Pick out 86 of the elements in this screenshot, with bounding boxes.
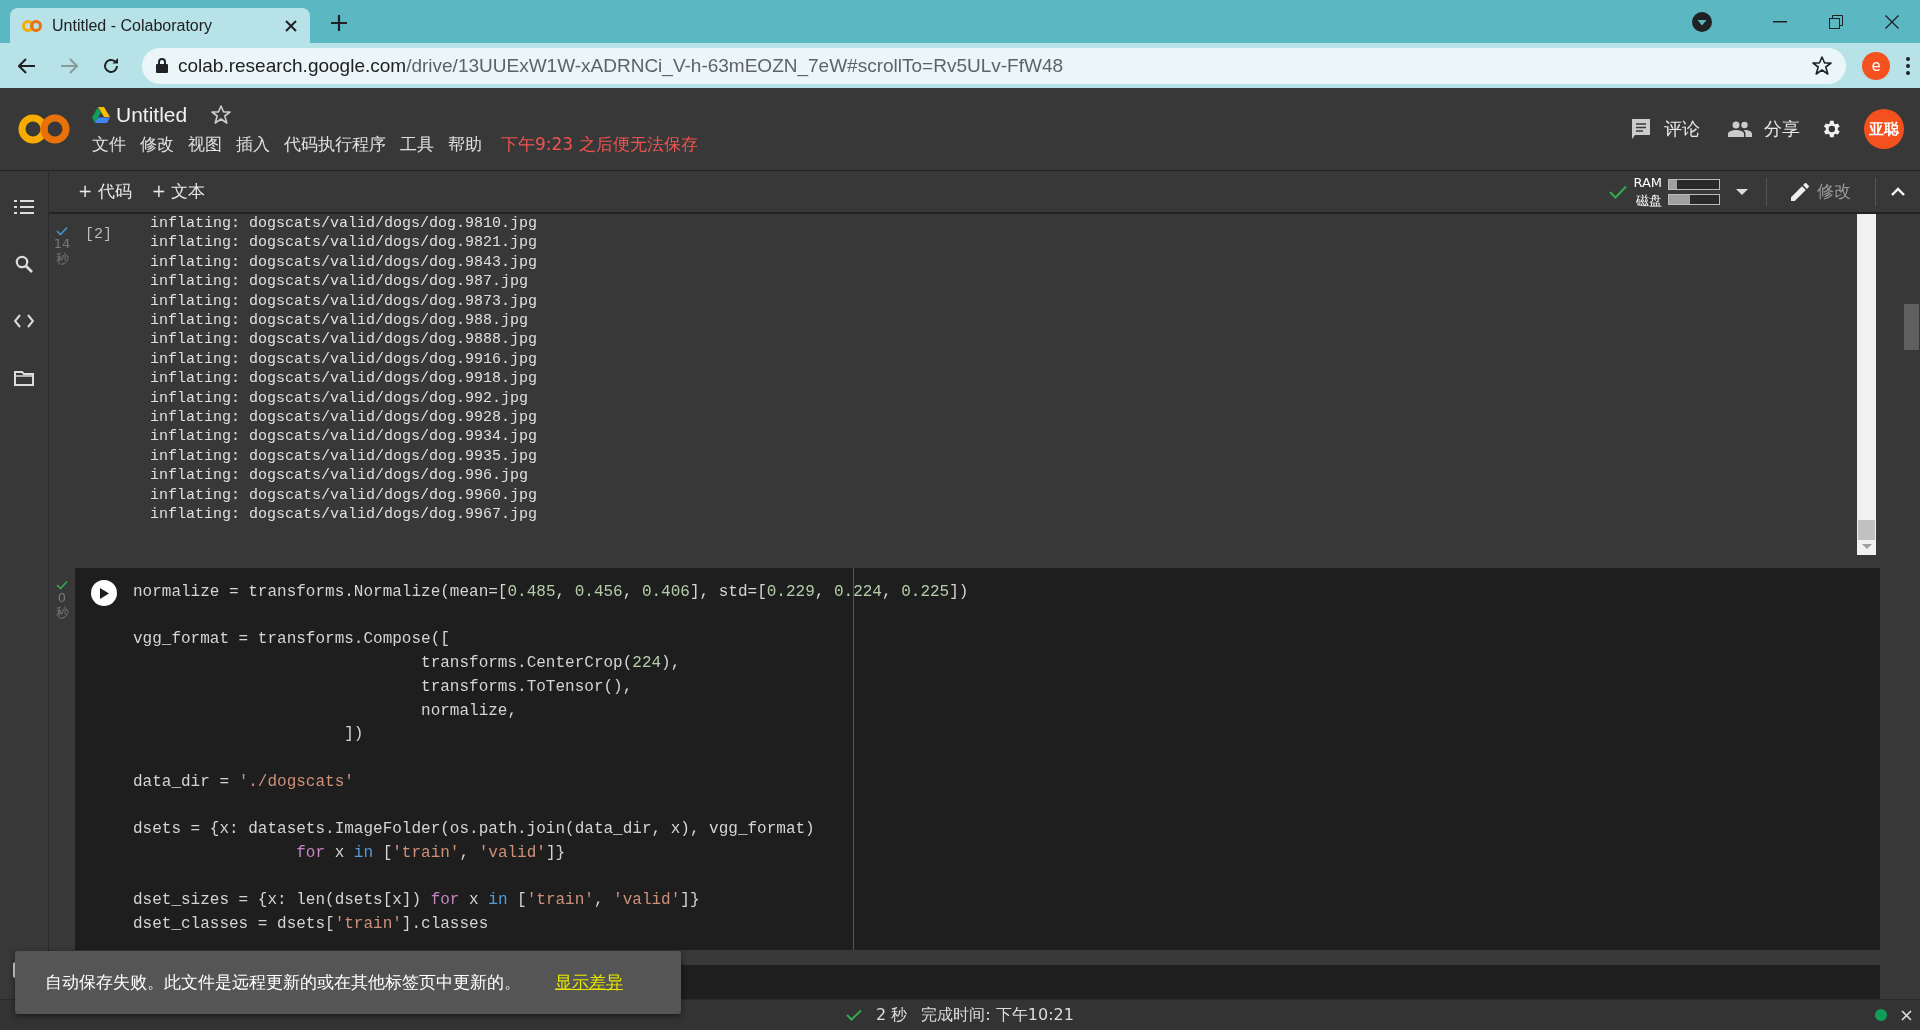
add-cell-button[interactable]: + 文本 bbox=[141, 176, 216, 207]
menu-item[interactable]: 文件 bbox=[92, 132, 133, 156]
output-line: inflating: dogscats/valid/dogs/dog.9928.jpg bbox=[150, 408, 539, 428]
run-time: 0 bbox=[57, 590, 67, 605]
usage-meter bbox=[1668, 178, 1720, 190]
output-line: inflating: dogscats/valid/dogs/dog.9935.jpg bbox=[150, 446, 539, 467]
code-line: dset_sizes = {x: len(dsets[x]) for x in ['train', 'valid']} bbox=[133, 890, 701, 912]
menu-item[interactable]: 修改 bbox=[133, 132, 181, 156]
meter-label: 磁盘 bbox=[1635, 193, 1662, 208]
run-duration: 2 秒 bbox=[876, 1004, 908, 1026]
code-line: data_dir = './dogscats' bbox=[133, 771, 355, 793]
execution-count: [2] bbox=[85, 226, 112, 243]
chevron-up-icon[interactable] bbox=[1891, 187, 1905, 196]
menu-item[interactable]: 插入 bbox=[229, 132, 277, 156]
meter-label: RAM bbox=[1633, 175, 1662, 190]
code-line: normalize = transforms.Normalize(mean=[0.485, 0.456, 0.406], std=[0.229, 0.224, 0.225]) bbox=[133, 582, 970, 603]
output-line: inflating: dogscats/valid/dogs/dog.9934.jpg bbox=[150, 427, 539, 447]
scrollbar[interactable] bbox=[1857, 214, 1876, 555]
code-line: dset_classes = dsets['train'].classes bbox=[133, 913, 490, 935]
time-unit: 秒 bbox=[55, 605, 69, 620]
kebab-menu-icon[interactable] bbox=[1906, 56, 1910, 75]
output-line: inflating: dogscats/valid/dogs/dog.9873.jpg bbox=[150, 291, 539, 312]
code-line: transforms.ToTensor(), bbox=[420, 676, 634, 698]
code-line: transforms.CenterCrop(224), bbox=[420, 653, 682, 675]
dropdown-circle-icon[interactable] bbox=[1692, 11, 1712, 32]
list-icon[interactable] bbox=[14, 199, 34, 215]
code-line: dsets = {x: datasets.ImageFolder(os.path.join(data_dir, x), vgg_format) bbox=[133, 819, 816, 840]
output-line: inflating: dogscats/valid/dogs/dog.9888.jpg bbox=[150, 330, 539, 350]
back-arrow-icon[interactable] bbox=[18, 57, 36, 74]
code-brackets-icon[interactable] bbox=[14, 314, 34, 328]
output-line: inflating: dogscats/valid/dogs/dog.9810.jpg bbox=[150, 214, 539, 234]
play-icon bbox=[99, 587, 109, 599]
output-line: inflating: dogscats/valid/dogs/dog.9916.jpg bbox=[150, 349, 539, 370]
rings-logo-icon[interactable] bbox=[18, 112, 70, 146]
scrollbar-thumb[interactable] bbox=[1904, 304, 1919, 350]
completion-time: 完成时间: 下午10:21 bbox=[921, 1004, 1074, 1026]
run-button[interactable] bbox=[91, 580, 117, 606]
menu-item[interactable]: 帮助 bbox=[441, 132, 489, 156]
search-icon[interactable] bbox=[15, 255, 33, 273]
toast-message: 自动保存失败。此文件是远程更新的或在其他标签页中更新的。 bbox=[45, 971, 521, 994]
lock-icon bbox=[156, 58, 168, 73]
code-cell[interactable] bbox=[75, 568, 1880, 950]
pencil-icon bbox=[1791, 182, 1809, 201]
close-icon[interactable] bbox=[1885, 14, 1899, 29]
output-line: inflating: dogscats/valid/dogs/dog.9967.jpg bbox=[150, 505, 539, 525]
add-cell-button[interactable]: + 代码 bbox=[68, 176, 142, 207]
comment-button[interactable]: 评论 bbox=[1622, 113, 1708, 145]
minimize-icon[interactable] bbox=[1773, 20, 1787, 23]
save-warning: 下午9:23 之后便无法保存 bbox=[501, 132, 698, 156]
browser-tab[interactable]: Untitled - Colaboratory bbox=[10, 8, 310, 43]
output-line: inflating: dogscats/valid/dogs/dog.9843.jpg bbox=[150, 252, 539, 273]
menu-item[interactable]: 视图 bbox=[181, 132, 229, 156]
code-line: vgg_format = transforms.Compose([ bbox=[133, 629, 451, 651]
people-icon bbox=[1728, 121, 1752, 137]
code-line: ]) bbox=[343, 724, 365, 746]
output-line: inflating: dogscats/valid/dogs/dog.9960.jpg bbox=[150, 485, 539, 506]
reload-icon[interactable] bbox=[102, 56, 120, 75]
usage-meter bbox=[1668, 193, 1720, 205]
output-line: inflating: dogscats/valid/dogs/dog.9918.jpg bbox=[150, 369, 539, 389]
status-dot bbox=[1875, 1009, 1887, 1021]
restore-icon[interactable] bbox=[1829, 14, 1843, 29]
resource-monitor[interactable]: RAM 磁盘 bbox=[1609, 175, 1720, 208]
close-icon[interactable] bbox=[284, 18, 298, 33]
rings-logo-icon bbox=[22, 18, 42, 33]
output-line: inflating: dogscats/valid/dogs/dog.988.jpg bbox=[150, 311, 530, 331]
output-line: inflating: dogscats/valid/dogs/dog.996.jpg bbox=[150, 466, 530, 486]
code-line: normalize, bbox=[420, 700, 519, 722]
run-time: 14 bbox=[53, 236, 71, 251]
comment-icon bbox=[1630, 118, 1652, 140]
share-button[interactable]: 分享 bbox=[1720, 113, 1808, 145]
caret-icon[interactable] bbox=[1736, 188, 1748, 195]
folder-icon[interactable] bbox=[14, 370, 34, 386]
output-line: inflating: dogscats/valid/dogs/dog.987.jpg bbox=[150, 272, 530, 292]
drive-triangle-icon bbox=[92, 106, 110, 123]
code-line: for x in ['train', 'valid']} bbox=[295, 842, 567, 864]
time-unit: 秒 bbox=[55, 251, 69, 266]
show-diff-link[interactable]: 显示差异 bbox=[555, 971, 623, 994]
notebook-title[interactable]: Untitled bbox=[116, 102, 188, 127]
scrollbar-thumb[interactable] bbox=[1858, 520, 1875, 540]
menu-item[interactable]: 工具 bbox=[393, 132, 441, 156]
tab-title: Untitled - Colaboratory bbox=[52, 16, 214, 35]
output-line: inflating: dogscats/valid/dogs/dog.9821.jpg bbox=[150, 233, 539, 253]
menu-item[interactable]: 代码执行程序 bbox=[277, 132, 393, 156]
plus-icon[interactable] bbox=[330, 14, 348, 32]
star-outline-icon[interactable] bbox=[1812, 56, 1832, 75]
output-line: inflating: dogscats/valid/dogs/dog.992.jpg bbox=[150, 388, 530, 409]
